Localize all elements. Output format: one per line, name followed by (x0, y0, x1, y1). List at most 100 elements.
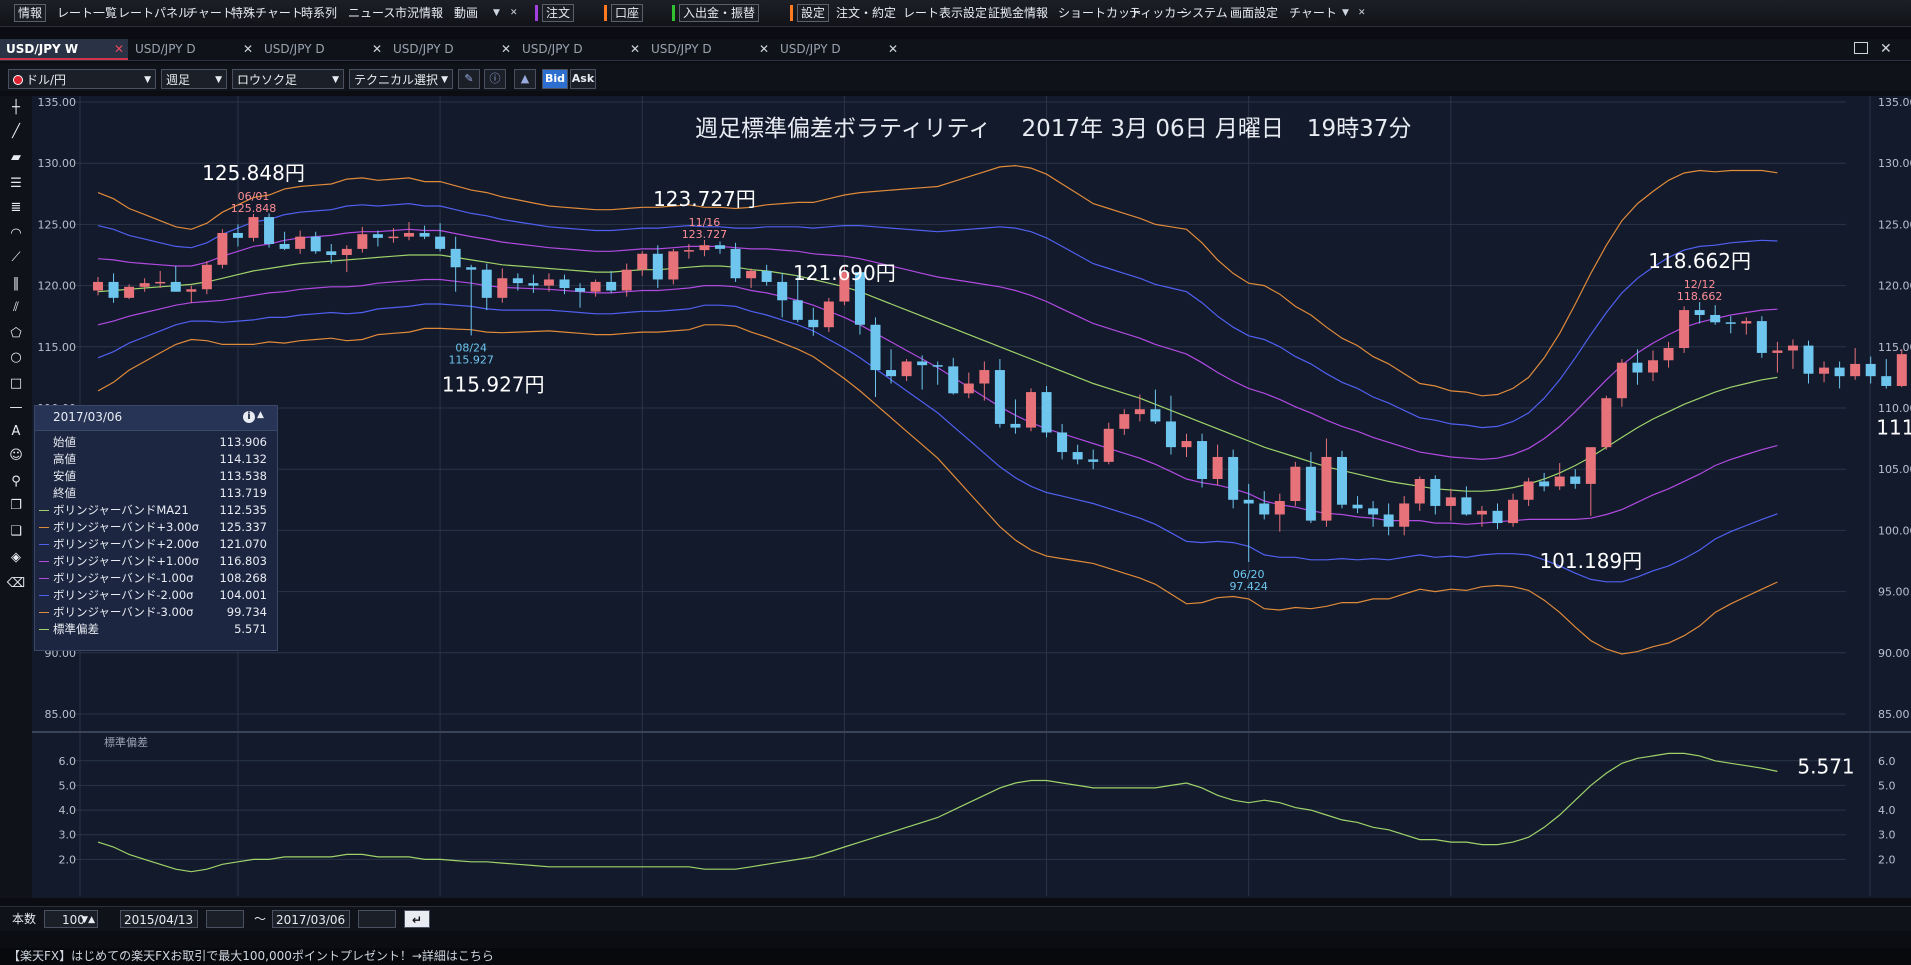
close-window-icon[interactable]: ✕ (1880, 39, 1892, 60)
tab-close-icon[interactable]: ✕ (114, 39, 124, 60)
candle-body (1523, 481, 1534, 500)
data-window-label: ボリンジャーバンド+1.00σ (53, 554, 199, 568)
collapse-icon[interactable]: ▲ (257, 410, 264, 420)
menu-item-4[interactable]: 特殊チャート (231, 0, 303, 26)
x-tick-label: 15/10/05 (415, 897, 464, 898)
menu-item-12[interactable]: 設定 (797, 4, 830, 22)
magnifier-icon[interactable]: ⚲ (6, 472, 26, 492)
x-tick-label: 16/01/04 (618, 897, 667, 898)
crosshair-icon[interactable]: ┼ (6, 98, 26, 118)
candle-body (870, 324, 881, 371)
line-icon[interactable]: — (6, 398, 26, 418)
news-ticker[interactable]: 【楽天FX】はじめての楽天FXお取引で最大100,000ポイントプレゼント！→詳… (0, 948, 1911, 965)
to-date-field[interactable]: 2017/03/06 (272, 910, 350, 928)
draw-tool-icon[interactable]: ✎ (458, 69, 480, 89)
tab-close-icon[interactable]: ✕ (243, 39, 253, 60)
menu-item-9[interactable]: 注文 (542, 4, 575, 22)
candle-body (1352, 504, 1363, 509)
pitchfork-icon[interactable]: ⫽ (6, 298, 26, 318)
menu-close-icon[interactable]: ✕ (1358, 0, 1366, 26)
y-tick-label-right: 85.00 (1878, 708, 1910, 721)
data-window-row: ボリンジャーバンド-3.00σ 99.734 (35, 604, 277, 621)
from-time-field[interactable] (206, 910, 244, 928)
price-chart[interactable]: 125.848円06/01125.848 123.727円11/16123.727… (32, 96, 1911, 898)
bid-button[interactable]: Bid (542, 69, 568, 89)
apply-range-button[interactable]: ↵ (404, 910, 430, 928)
chart-style-select[interactable]: ロウソク足 ▼ (232, 69, 344, 89)
menu-dropdown-icon[interactable]: ▼ (1342, 0, 1349, 26)
tab-0[interactable]: USD/JPY W ✕ (0, 39, 128, 60)
count-stepper[interactable]: 100 ▼▲ (44, 910, 98, 928)
tab-close-icon[interactable]: ✕ (630, 39, 640, 60)
menu-item-2[interactable]: レートパネル (118, 0, 190, 26)
ask-button[interactable]: Ask (570, 69, 596, 89)
chart-area-icon[interactable]: ▲ (514, 69, 536, 89)
candle-body (201, 264, 212, 290)
maximize-icon[interactable] (1854, 42, 1868, 54)
period-select[interactable]: 週足 ▼ (161, 69, 227, 89)
text-icon[interactable]: A (6, 422, 26, 442)
menu-item-14[interactable]: レート表示設定 (903, 0, 987, 26)
eraser-all-icon[interactable]: ⌫ (6, 574, 26, 594)
tab-2[interactable]: USD/JPY D ✕ (258, 39, 386, 60)
tab-1[interactable]: USD/JPY D ✕ (129, 39, 257, 60)
menu-item-15[interactable]: 証拠金情報 (988, 0, 1048, 26)
menu-item-3[interactable]: チャート (186, 0, 234, 26)
menu-item-8[interactable]: 動画 (454, 0, 478, 26)
technical-select[interactable]: テクニカル選択 ▼ (349, 69, 453, 89)
data-window-value: 112.535 (219, 503, 267, 517)
series-swatch (39, 612, 49, 613)
ruler-icon[interactable]: ▰ (6, 148, 26, 168)
menu-close-icon[interactable]: ✕ (510, 0, 518, 26)
menu-separator (535, 5, 538, 21)
tab-3[interactable]: USD/JPY D ✕ (387, 39, 515, 60)
price-annotation: 121.690円 (793, 261, 896, 285)
menu-separator (790, 5, 793, 21)
tab-6[interactable]: USD/JPY D ✕ (774, 39, 902, 60)
menu-item-11[interactable]: 入出金・振替 (679, 4, 760, 22)
y-tick-label-right: 120.00 (1878, 280, 1911, 293)
menu-dropdown-icon[interactable]: ▼ (493, 0, 500, 26)
info-icon[interactable]: i (243, 411, 255, 423)
circle-icon[interactable]: ○ (6, 348, 26, 368)
menu-item-0[interactable]: 情報 (14, 4, 47, 22)
menu-item-19[interactable]: 画面設定 (1230, 0, 1278, 26)
tab-4[interactable]: USD/JPY D ✕ (516, 39, 644, 60)
tab-close-icon[interactable]: ✕ (372, 39, 382, 60)
tab-5[interactable]: USD/JPY D ✕ (645, 39, 773, 60)
candle-body (1243, 499, 1254, 504)
to-time-field[interactable] (358, 910, 396, 928)
candle-body (264, 217, 275, 244)
paste-icon[interactable]: ❏ (6, 522, 26, 542)
rectangle-icon[interactable]: □ (6, 374, 26, 394)
candle-body (232, 232, 243, 238)
tab-close-icon[interactable]: ✕ (501, 39, 511, 60)
menu-item-10[interactable]: 口座 (611, 4, 644, 22)
smile-icon[interactable]: ☺ (6, 446, 26, 466)
stepper-icon[interactable]: ▼▲ (81, 911, 95, 929)
info-icon[interactable]: ⓘ (484, 69, 506, 89)
fibonacci-arc-icon[interactable]: ◠ (6, 224, 26, 244)
eraser-icon[interactable]: ◈ (6, 548, 26, 568)
y-tick-label: 130.00 (38, 157, 77, 170)
tab-close-icon[interactable]: ✕ (888, 39, 898, 60)
channel-icon[interactable]: ≣ (6, 198, 26, 218)
from-date-field[interactable]: 2015/04/13 (120, 910, 198, 928)
currency-pair-select[interactable]: ドル/円 ▼ (8, 69, 156, 89)
flag-icon (13, 75, 23, 85)
pentagon-icon[interactable]: ⬠ (6, 324, 26, 344)
horizontal-lines-icon[interactable]: ☰ (6, 174, 26, 194)
menu-item-20[interactable]: チャート (1289, 0, 1337, 26)
trendline-icon[interactable]: ╱ (6, 122, 26, 142)
menu-item-7[interactable]: 市況情報 (395, 0, 443, 26)
menu-item-6[interactable]: ニュース (348, 0, 395, 26)
menu-item-13[interactable]: 注文・約定 (836, 0, 896, 26)
fan-icon[interactable]: ⟋ (6, 248, 26, 268)
tab-close-icon[interactable]: ✕ (759, 39, 769, 60)
candle-body (1492, 510, 1503, 524)
menu-item-18[interactable]: システム (1180, 0, 1228, 26)
menu-item-5[interactable]: 時系列 (301, 0, 337, 26)
copy-icon[interactable]: ❐ (6, 496, 26, 516)
vertical-lines-icon[interactable]: ‖ (6, 274, 26, 294)
menu-item-1[interactable]: レート一覧 (57, 0, 117, 26)
